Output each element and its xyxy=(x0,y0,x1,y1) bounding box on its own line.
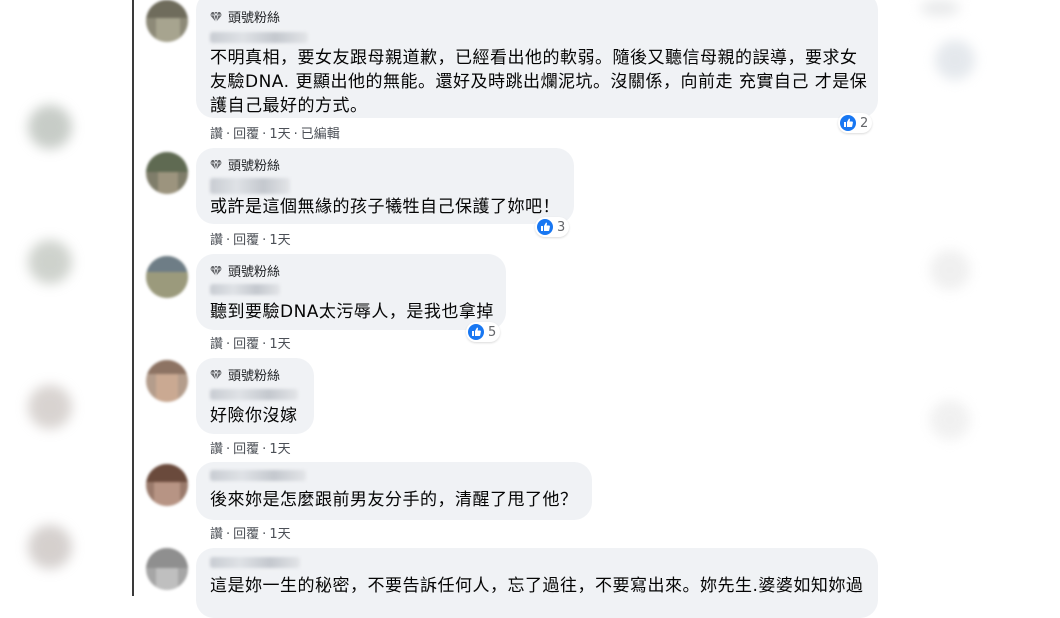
comment-line: 聽到要驗DNA太污辱人，是我也拿掉 xyxy=(210,302,494,322)
background-blur xyxy=(28,240,72,284)
comment-actions: 讚 · 回覆 · 1天 xyxy=(210,442,291,457)
like-icon xyxy=(537,219,553,235)
commenter-name[interactable] xyxy=(210,470,306,481)
diamond-icon xyxy=(210,369,222,381)
top-fan-badge: 頭號粉絲 xyxy=(210,7,280,26)
comment-line: 不明真相，要女友跟母親道歉，已經看出他的軟弱。隨後又聽信母親的誤導，要求女 xyxy=(210,48,858,68)
background-blur xyxy=(28,385,72,429)
reaction-count[interactable]: 5 xyxy=(466,322,501,342)
like-link[interactable]: 讚 xyxy=(210,127,223,142)
comment-text: 後來妳是怎麼跟前男友分手的，清醒了甩了他？ xyxy=(210,488,578,512)
top-fan-badge: 頭號粉絲 xyxy=(210,155,280,174)
background-blur xyxy=(28,105,72,149)
like-link[interactable]: 讚 xyxy=(210,233,223,248)
page-frame xyxy=(132,0,134,596)
reaction-count[interactable]: 3 xyxy=(535,217,570,237)
comment-text: 不明真相，要女友跟母親道歉，已經看出他的軟弱。隨後又聽信母親的誤導，要求女 友驗… xyxy=(210,46,867,118)
background-blur xyxy=(28,525,72,569)
comment-text: 聽到要驗DNA太污辱人，是我也拿掉 xyxy=(210,300,494,324)
reaction-count[interactable]: 2 xyxy=(838,113,873,133)
timestamp[interactable]: 1天 xyxy=(269,527,290,542)
like-link[interactable]: 讚 xyxy=(210,442,223,457)
comment-line: 友驗DNA. 更顯出他的無能。還好及時跳出爛泥坑。沒關係，向前走 充實自己 才是… xyxy=(210,72,868,92)
reaction-number: 2 xyxy=(860,115,869,131)
comment-line: 後來妳是怎麼跟前男友分手的，清醒了甩了他？ xyxy=(210,490,578,510)
timestamp[interactable]: 1天 xyxy=(269,233,290,248)
badge-label: 頭號粉絲 xyxy=(228,159,281,174)
reply-link[interactable]: 回覆 xyxy=(233,233,259,248)
timestamp[interactable]: 1天 xyxy=(269,127,290,142)
background-blur xyxy=(920,0,960,16)
comment-line: 護自己最好的方式。 xyxy=(210,96,368,116)
reply-link[interactable]: 回覆 xyxy=(233,337,259,352)
reply-link[interactable]: 回覆 xyxy=(233,527,259,542)
comment-text: 或許是這個無緣的孩子犧牲自己保護了妳吧！ xyxy=(210,195,560,219)
avatar[interactable] xyxy=(146,464,188,506)
like-icon xyxy=(840,115,856,131)
avatar[interactable] xyxy=(146,256,188,298)
like-link[interactable]: 讚 xyxy=(210,337,223,352)
badge-label: 頭號粉絲 xyxy=(228,265,281,280)
reply-link[interactable]: 回覆 xyxy=(233,127,259,142)
diamond-icon xyxy=(210,265,222,277)
top-fan-badge: 頭號粉絲 xyxy=(210,261,280,280)
commenter-name[interactable] xyxy=(210,32,308,43)
comment-actions: 讚 · 回覆 · 1天 xyxy=(210,527,291,542)
badge-label: 頭號粉絲 xyxy=(228,369,281,384)
diamond-icon xyxy=(210,159,222,171)
avatar[interactable] xyxy=(146,152,188,194)
comment-text: 這是妳一生的秘密，不要告訴任何人，忘了過往，不要寫出來。妳先生.婆婆如知妳過 xyxy=(210,574,863,598)
background-blur xyxy=(935,40,975,80)
commenter-name[interactable] xyxy=(210,178,290,194)
like-icon xyxy=(468,324,484,340)
commenter-name[interactable] xyxy=(210,389,298,400)
comment-line: 這是妳一生的秘密，不要告訴任何人，忘了過往，不要寫出來。妳先生.婆婆如知妳過 xyxy=(210,576,864,596)
background-blur xyxy=(930,250,970,290)
comment-line: 好險你沒嫁 xyxy=(210,406,298,426)
like-link[interactable]: 讚 xyxy=(210,527,223,542)
reaction-number: 5 xyxy=(488,324,497,340)
comment-line: 或許是這個無緣的孩子犧牲自己保護了妳吧！ xyxy=(210,197,560,217)
top-fan-badge: 頭號粉絲 xyxy=(210,365,280,384)
background-blur xyxy=(930,400,970,440)
avatar[interactable] xyxy=(146,360,188,402)
avatar[interactable] xyxy=(146,548,188,590)
timestamp[interactable]: 1天 xyxy=(269,442,290,457)
comment-text: 好險你沒嫁 xyxy=(210,404,298,428)
commenter-name[interactable] xyxy=(210,284,280,295)
diamond-icon xyxy=(210,11,222,23)
commenter-name[interactable] xyxy=(210,557,300,568)
comment-actions: 讚 · 回覆 · 1天 xyxy=(210,337,291,352)
comment-actions: 讚 · 回覆 · 1天 xyxy=(210,233,291,248)
comment-actions: 讚 · 回覆 · 1天 · 已編輯 xyxy=(210,127,340,142)
avatar[interactable] xyxy=(146,0,188,42)
edited-label: 已編輯 xyxy=(300,127,340,142)
timestamp[interactable]: 1天 xyxy=(269,337,290,352)
badge-label: 頭號粉絲 xyxy=(228,11,281,26)
reply-link[interactable]: 回覆 xyxy=(233,442,259,457)
reaction-number: 3 xyxy=(557,219,566,235)
